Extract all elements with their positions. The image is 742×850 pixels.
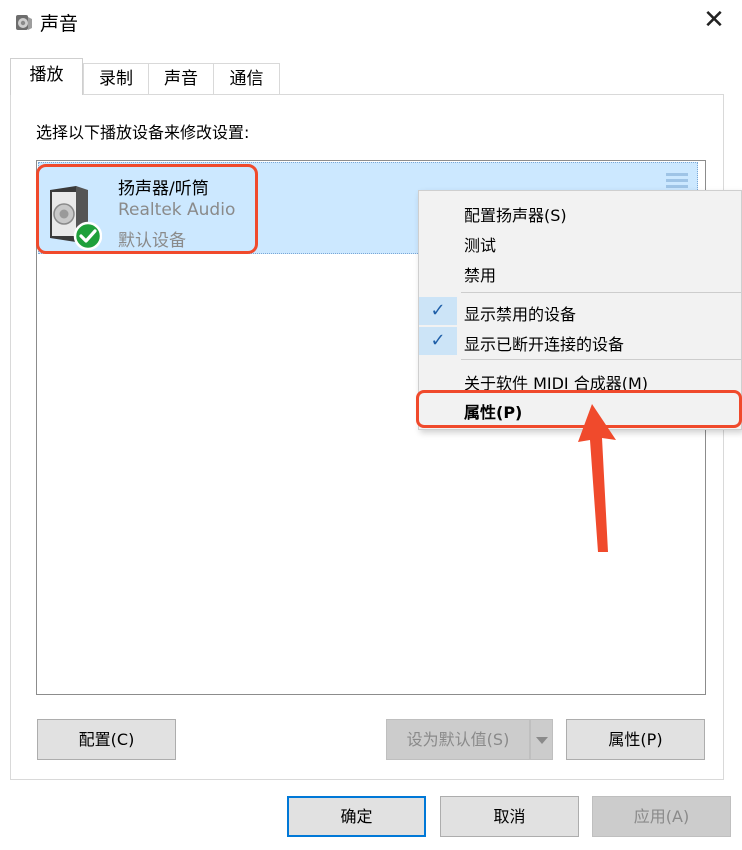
checkmark-icon: ✓ [419, 327, 457, 355]
menu-item-test[interactable]: 测试 [464, 232, 496, 256]
speaker-app-icon [16, 15, 32, 30]
apply-button[interactable]: 应用(A) [592, 796, 731, 837]
set-default-button[interactable]: 设为默认值(S) [386, 719, 530, 760]
properties-button[interactable]: 属性(P) [566, 719, 705, 760]
checkmark-icon: ✓ [419, 297, 457, 325]
tab-playback[interactable]: 播放 [10, 58, 83, 95]
set-default-dropdown[interactable] [530, 719, 553, 760]
chevron-down-icon [535, 737, 548, 744]
window-title: 声音 [40, 13, 79, 35]
ok-button[interactable]: 确定 [287, 796, 426, 837]
tab-recording[interactable]: 录制 [83, 63, 149, 94]
menu-separator [461, 292, 741, 293]
menu-item-show-disabled[interactable]: 显示禁用的设备 [464, 301, 576, 325]
close-icon[interactable]: ✕ [696, 6, 732, 36]
volume-level-icon [666, 173, 688, 188]
menu-item-disable[interactable]: 禁用 [464, 262, 496, 286]
menu-separator [461, 359, 741, 360]
tab-sounds[interactable]: 声音 [148, 63, 214, 94]
configure-button[interactable]: 配置(C) [37, 719, 176, 760]
cancel-button[interactable]: 取消 [440, 796, 579, 837]
menu-item-show-disconnected[interactable]: 显示已断开连接的设备 [464, 331, 624, 355]
instruction-text: 选择以下播放设备来修改设置: [36, 123, 250, 142]
annotation-arrow-icon [578, 404, 616, 552]
annotation-highlight-device [36, 164, 258, 254]
tab-communications[interactable]: 通信 [213, 63, 280, 94]
menu-item-configure-speakers[interactable]: 配置扬声器(S) [464, 202, 567, 226]
